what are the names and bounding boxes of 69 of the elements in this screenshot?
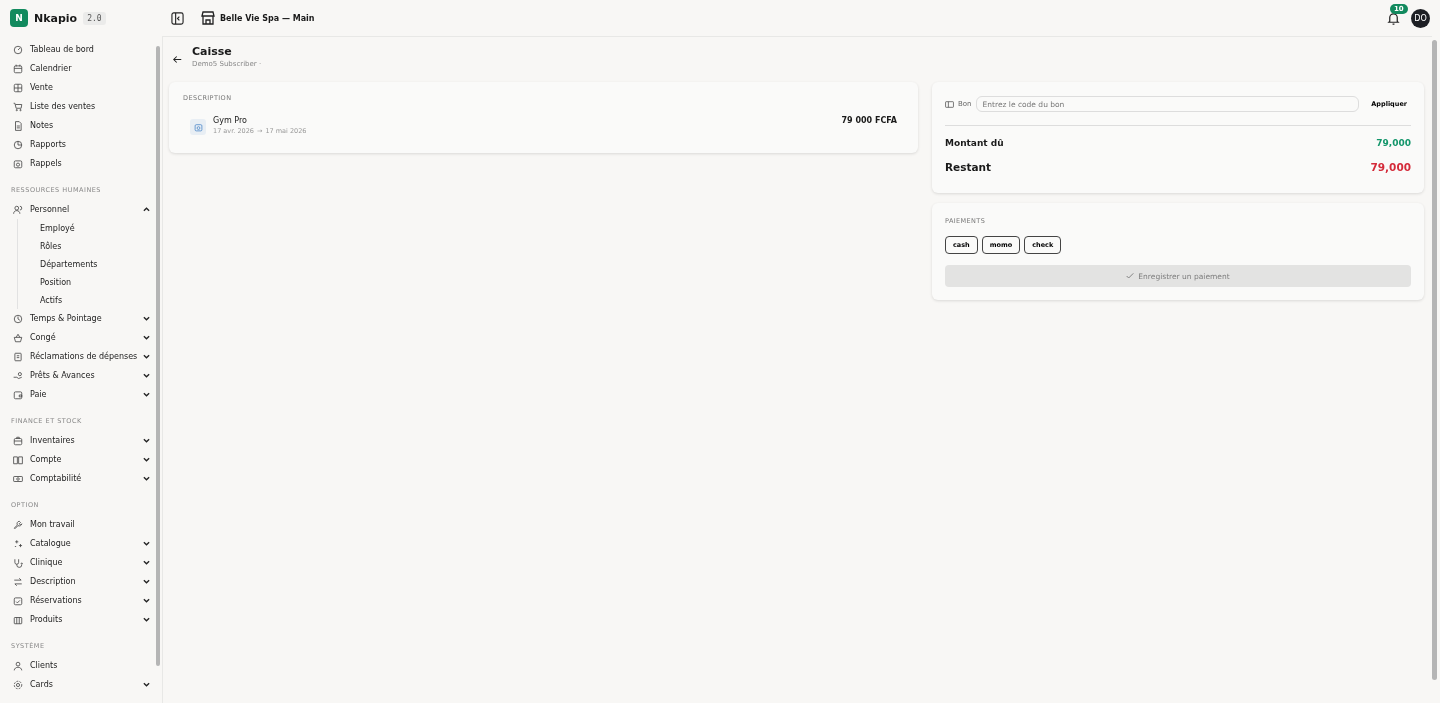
version-badge: 2.0 xyxy=(83,11,106,25)
gauge-icon xyxy=(13,44,23,55)
stethoscope-icon xyxy=(13,557,23,568)
menu-group[interactable]: Produits xyxy=(10,610,156,629)
menu-group[interactable]: Paie xyxy=(10,385,156,404)
menu-item[interactable]: Notes xyxy=(10,116,156,135)
menu-item[interactable]: Rapports xyxy=(10,135,156,154)
total-label: Montant dû xyxy=(945,138,1004,148)
menu-group[interactable]: Réclamations de dépenses xyxy=(10,347,156,366)
sidebar-toggle-icon[interactable] xyxy=(171,11,184,25)
total-value: 79,000 xyxy=(1376,138,1411,148)
calendar-icon xyxy=(13,63,23,74)
checkmark-icon xyxy=(1126,272,1135,280)
user-avatar[interactable]: DO xyxy=(1411,8,1430,28)
menu-item[interactable]: Calendrier xyxy=(10,59,156,78)
menu-item[interactable]: Tableau de bord xyxy=(10,40,156,59)
menu-group[interactable]: Clinique xyxy=(10,553,156,572)
menu-item[interactable]: Vente xyxy=(10,78,156,97)
menu-group[interactable]: Comptabilité xyxy=(10,469,156,488)
hand-coins-icon xyxy=(13,370,23,381)
menu-group[interactable]: Congé xyxy=(10,328,156,347)
menu-item[interactable]: Rappels xyxy=(10,154,156,173)
total-value: 79,000 xyxy=(1370,161,1411,173)
submenu-item[interactable]: Rôles xyxy=(40,237,156,255)
submenu-item[interactable]: Position xyxy=(40,273,156,291)
pie-chart-icon xyxy=(13,139,23,150)
menu-group[interactable]: Prêts & Avances xyxy=(10,366,156,385)
back-arrow-icon[interactable] xyxy=(173,55,182,64)
logo-icon: N xyxy=(10,9,28,27)
app-name: Nkapio xyxy=(34,11,78,25)
users-icon xyxy=(13,204,23,215)
receipt-icon xyxy=(13,351,23,362)
arrows-icon xyxy=(13,576,23,587)
menu-group[interactable]: Inventaires xyxy=(10,431,156,450)
menu-group[interactable]: Personnel xyxy=(10,200,156,219)
menu-item[interactable]: Mon travail xyxy=(10,515,156,534)
box-icon xyxy=(13,435,23,446)
menu-group[interactable]: Compte xyxy=(10,450,156,469)
calendar-check-icon xyxy=(13,595,23,606)
total-label: Restant xyxy=(945,161,992,173)
menu-item[interactable]: Liste des ventes xyxy=(10,97,156,116)
menu-group[interactable]: Cards xyxy=(10,675,156,694)
submenu-item[interactable]: Départements xyxy=(40,255,156,273)
clock-icon xyxy=(13,313,23,324)
submenu-item[interactable]: Actifs xyxy=(40,291,156,309)
calendar-icon xyxy=(190,119,206,135)
menu-group[interactable]: Description xyxy=(10,572,156,591)
wallet-icon xyxy=(13,389,23,400)
grid-icon xyxy=(13,82,23,93)
store-name[interactable]: Belle Vie Spa — Main xyxy=(220,13,315,23)
document-icon xyxy=(13,120,23,131)
item-amount: 79 000 FCFA xyxy=(841,116,897,125)
menu-group[interactable]: Catalogue xyxy=(10,534,156,553)
menu-group[interactable]: Réservations xyxy=(10,591,156,610)
package-icon xyxy=(13,614,23,625)
page-title: Caisse xyxy=(192,45,233,58)
cart-icon xyxy=(13,101,23,112)
ticket-icon xyxy=(945,100,954,108)
store-icon xyxy=(200,10,216,26)
submenu-item[interactable]: Employé xyxy=(40,219,156,237)
wrench-icon xyxy=(13,519,23,530)
sparkles-icon xyxy=(13,538,23,549)
user-icon xyxy=(13,660,23,671)
item-name: Gym Pro xyxy=(213,116,248,125)
basket-icon xyxy=(13,332,23,343)
banknote-icon xyxy=(13,473,23,484)
book-icon xyxy=(13,454,23,465)
menu-item[interactable]: Clients xyxy=(10,656,156,675)
menu-group[interactable]: Temps & Pointage xyxy=(10,309,156,328)
